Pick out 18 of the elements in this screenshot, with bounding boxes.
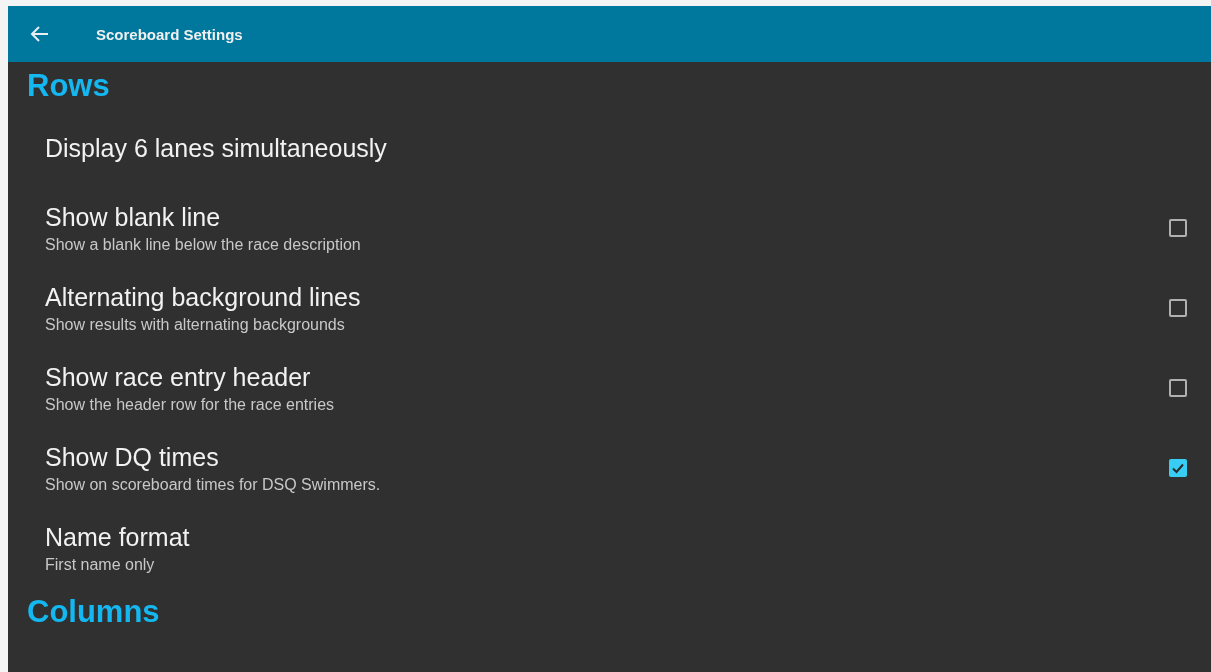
- setting-title: Name format: [45, 522, 190, 552]
- setting-summary: Show the header row for the race entries: [45, 395, 335, 414]
- setting-summary: First name only: [45, 555, 156, 574]
- setting-title: Show race entry header: [45, 362, 312, 392]
- setting-summary: Show on scoreboard times for DSQ Swimmers.: [45, 475, 381, 494]
- checkbox[interactable]: [1169, 219, 1187, 237]
- section-heading: Rows: [26, 67, 111, 105]
- checkbox[interactable]: [1169, 459, 1187, 477]
- checkbox[interactable]: [1169, 379, 1187, 397]
- setting-title: Display 6 lanes simultaneously: [45, 133, 387, 163]
- setting-title: Show blank line: [45, 202, 222, 232]
- section-heading: Columns: [26, 593, 161, 631]
- screen-title: Scoreboard Settings: [96, 25, 243, 43]
- checkbox[interactable]: [1169, 299, 1187, 317]
- setting-summary: Show results with alternating backgrounds: [45, 315, 346, 334]
- setting-summary: Show a blank line below the race description: [45, 235, 361, 254]
- setting-title: Alternating background lines: [45, 282, 361, 312]
- setting-title: Show DQ times: [45, 442, 220, 472]
